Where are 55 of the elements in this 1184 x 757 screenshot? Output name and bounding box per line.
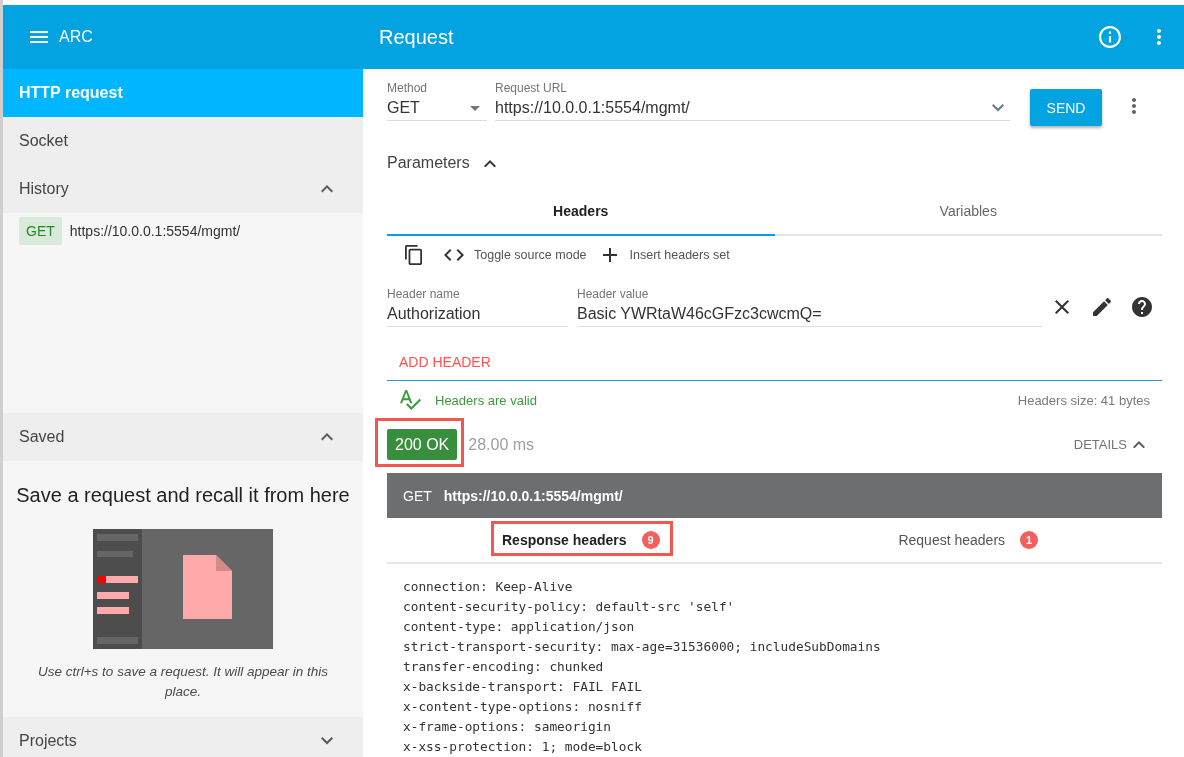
response-header-line: x-frame-options: sameorigin [403, 718, 613, 736]
tab[interactable]: Headers [387, 187, 775, 236]
tab[interactable]: Variables [774, 187, 1162, 236]
help-icon[interactable] [1132, 296, 1152, 317]
field-label: Request URL [495, 80, 568, 96]
section-header[interactable]: History [3, 165, 363, 213]
tab[interactable]: Response headers 9 [387, 518, 775, 562]
plus-icon [602, 247, 617, 262]
insert-headers-button[interactable]: Insert headers set [602, 242, 730, 267]
toggle-source-button[interactable]: Toggle source mode [444, 242, 587, 267]
response-header-line: content-security-policy: default-src 'self' [403, 598, 736, 616]
chevron-down-icon[interactable] [992, 104, 1004, 112]
code-icon [444, 248, 464, 261]
more-icon[interactable] [1132, 98, 1136, 114]
field-label: Header value [577, 286, 649, 302]
count-badge: 1 [1020, 531, 1039, 549]
request-method: GET [403, 487, 432, 504]
request-url: https://10.0.0.1:5554/mgmt/ [443, 487, 623, 504]
field-label: Header name [387, 286, 460, 302]
headers-size-text: Headers size: 41 bytes [1017, 392, 1150, 408]
info-icon[interactable] [1099, 26, 1121, 48]
tab[interactable]: Request headers 1 [774, 518, 1162, 562]
details-button[interactable]: DETAILS [1073, 432, 1145, 457]
empty-state-hint: Use ctrl+s to save a request. It will appear in this place. [37, 663, 329, 701]
response-header-line: x-backside-transport: FAIL FAIL [403, 678, 643, 696]
menu-icon[interactable] [30, 31, 48, 43]
status-badge: 200 OK [387, 429, 458, 460]
url-input[interactable]: https://10.0.0.1:5554/mgmt/ [495, 96, 992, 120]
field-label: Method [387, 80, 428, 96]
response-header-line: x-xss-protection: 1; mode=block [403, 738, 643, 756]
pencil-icon[interactable] [1093, 297, 1111, 316]
copy-icon[interactable] [405, 244, 422, 265]
response-header-line: transfer-encoding: chunked [403, 658, 605, 676]
method-dropdown[interactable]: GET [387, 96, 470, 120]
close-icon[interactable] [1055, 299, 1069, 314]
count-badge: 9 [641, 531, 660, 549]
response-header-line: content-type: application/json [403, 618, 636, 636]
header-value-input[interactable]: Basic YWRtaW46cGFzc3cwcmQ= [577, 302, 1042, 326]
page-title: Request [379, 25, 455, 49]
nav-item[interactable]: Socket [3, 117, 363, 165]
response-header-line: strict-transport-security: max-age=31536000; includeSubDomains [403, 638, 882, 656]
response-time: 28.00 ms [468, 435, 535, 454]
validation-message: Headers are valid [435, 392, 537, 408]
response-header-line: x-content-type-options: nosniff [403, 698, 643, 716]
app-title: ARC [59, 28, 93, 46]
caret-down-icon [470, 105, 480, 111]
parameters-toggle[interactable]: Parameters [387, 152, 496, 175]
more-icon[interactable] [1157, 29, 1161, 45]
empty-state-title: Save a request and recall it from here [16, 483, 350, 507]
method-badge: GET [19, 217, 62, 245]
history-item[interactable]: GET https://10.0.0.1:5554/mgmt/ [19, 217, 241, 245]
header-name-input[interactable]: Authorization [387, 302, 568, 326]
response-header-line: connection: Keep-Alive [403, 578, 574, 596]
section-header[interactable]: Projects [3, 717, 363, 757]
section-header[interactable]: Saved [3, 413, 363, 461]
